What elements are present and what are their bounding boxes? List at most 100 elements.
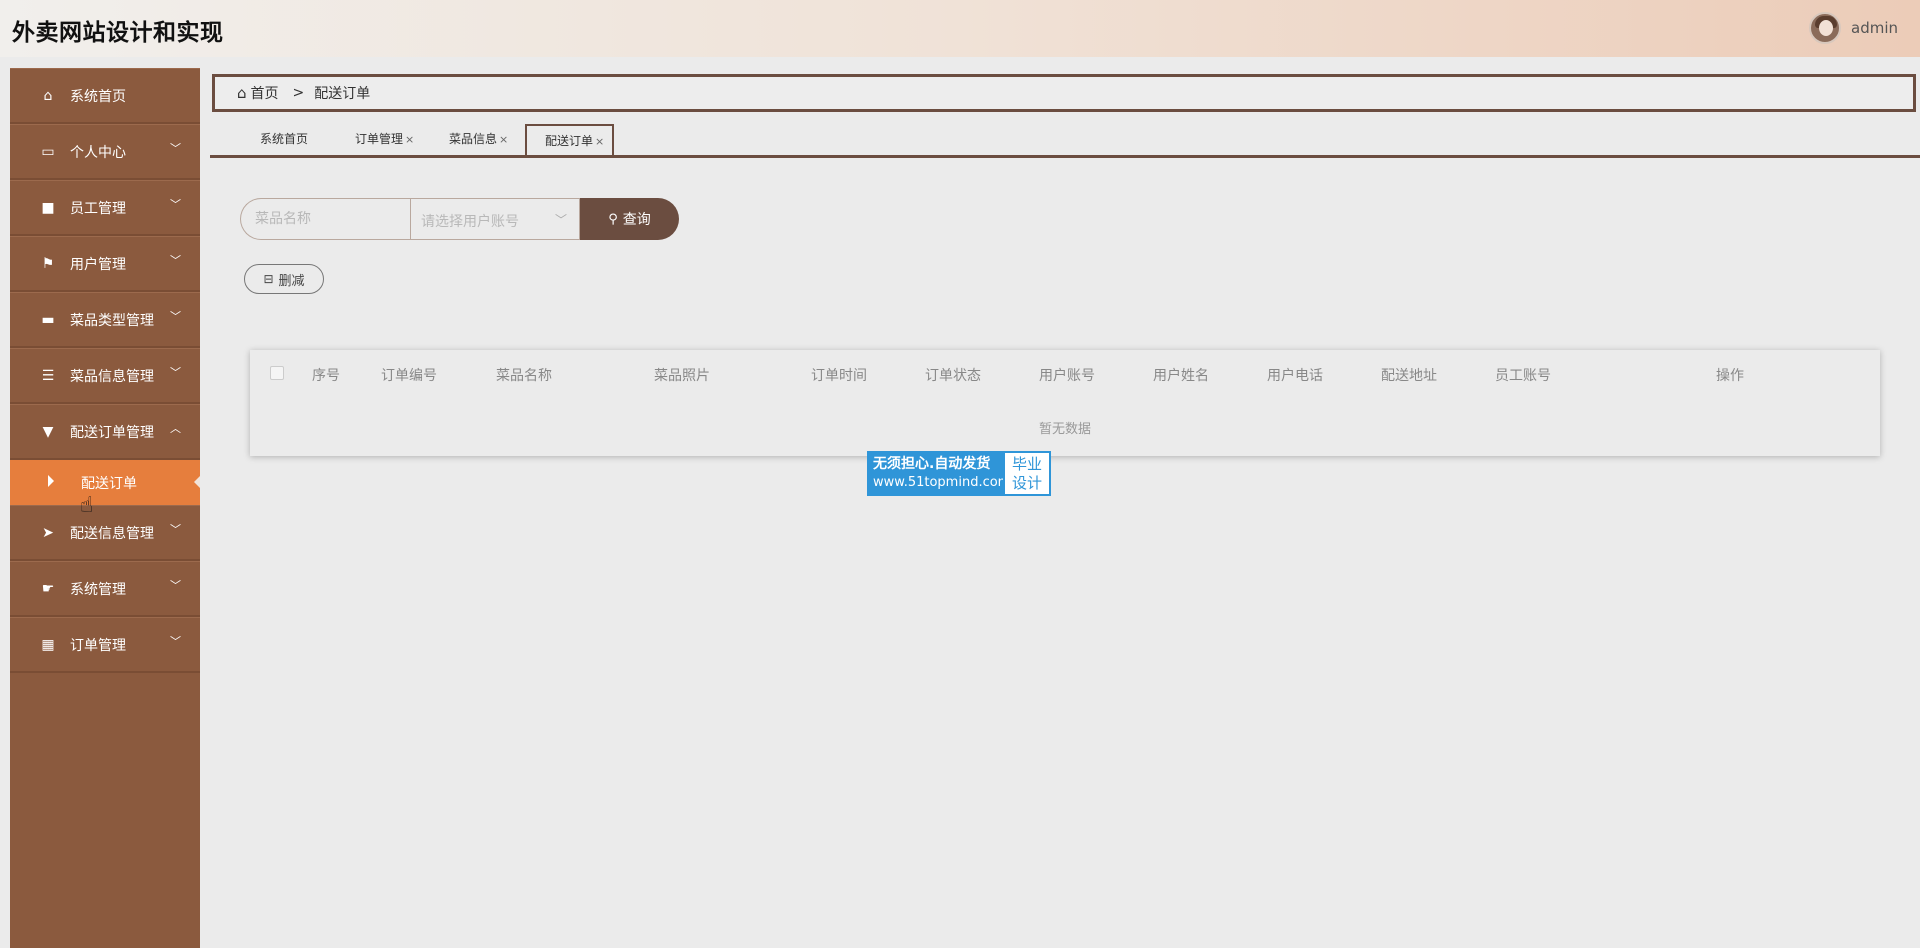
top-header: 外卖网站设计和实现 admin bbox=[0, 0, 1920, 57]
watermark-badge: 无须担心.自动发货 www.51topmind.com 毕业 设计 bbox=[867, 451, 1051, 496]
user-menu[interactable]: admin bbox=[1809, 12, 1898, 44]
column-header: 用户账号 bbox=[1039, 368, 1095, 384]
sidebar-item-label: 员工管理 bbox=[70, 201, 126, 217]
caret-right-icon bbox=[48, 475, 54, 487]
search-bar: 请选择用户账号 ﹀ ⚲ 查询 bbox=[240, 198, 679, 240]
sidebar-item-users[interactable]: ⚑ 用户管理 ﹀ bbox=[10, 236, 200, 292]
sidebar-item-label: 系统管理 bbox=[70, 582, 126, 598]
username: admin bbox=[1851, 19, 1898, 37]
chevron-down-icon: ﹀ bbox=[170, 579, 181, 592]
column-header: 订单状态 bbox=[925, 368, 981, 384]
stamp-icon: ▼ bbox=[42, 424, 54, 440]
sidebar-subitem-delivery-order[interactable]: 配送订单 bbox=[10, 460, 200, 505]
close-icon[interactable]: × bbox=[595, 135, 604, 148]
home-icon: ⌂ bbox=[43, 88, 53, 104]
tab-label: 菜品信息 bbox=[449, 132, 498, 146]
dish-name-input[interactable] bbox=[240, 198, 410, 240]
tab-home[interactable]: 系统首页 bbox=[260, 124, 308, 155]
column-header: 订单编号 bbox=[381, 368, 437, 384]
column-header: 序号 bbox=[312, 368, 340, 384]
select-placeholder: 请选择用户账号 bbox=[421, 214, 519, 230]
chevron-down-icon: ﹀ bbox=[170, 198, 181, 211]
tab-label: 系统首页 bbox=[260, 132, 309, 146]
watermark-url: www.51topmind.com bbox=[873, 475, 1011, 490]
delete-button-label: 删减 bbox=[278, 273, 305, 289]
table-header: 序号 订单编号 菜品名称 菜品照片 订单时间 订单状态 用户账号 用户姓名 用户… bbox=[250, 350, 1880, 398]
breadcrumb: ⌂ 首页 > 配送订单 bbox=[212, 74, 1916, 112]
empty-state: 暂无数据 bbox=[1038, 422, 1091, 437]
column-header: 配送地址 bbox=[1381, 368, 1437, 384]
column-header: 操作 bbox=[1716, 368, 1744, 384]
chevron-down-icon: ﹀ bbox=[170, 635, 181, 648]
chevron-down-icon: ﹀ bbox=[170, 254, 181, 267]
breadcrumb-home[interactable]: 首页 bbox=[251, 83, 279, 103]
sidebar-item-profile[interactable]: ▭ 个人中心 ﹀ bbox=[10, 124, 200, 180]
app-title: 外卖网站设计和实现 bbox=[12, 20, 224, 46]
sidebar-item-delivery-orders[interactable]: ▼ 配送订单管理 ︿ bbox=[10, 404, 200, 460]
sidebar-subitem-label: 配送订单 bbox=[81, 476, 137, 492]
watermark-right: 毕业 设计 bbox=[1003, 451, 1051, 496]
chevron-down-icon: ﹀ bbox=[170, 366, 181, 379]
search-icon: ⚲ bbox=[608, 211, 618, 227]
tray-icon: ▬ bbox=[41, 312, 55, 328]
sidebar-item-label: 用户管理 bbox=[70, 257, 126, 273]
avatar[interactable] bbox=[1809, 12, 1841, 44]
watermark-left: 无须担心.自动发货 www.51topmind.com bbox=[867, 451, 1011, 496]
column-header: 用户电话 bbox=[1267, 368, 1323, 384]
tab-orders[interactable]: 订单管理 × bbox=[355, 124, 414, 155]
data-table: 序号 订单编号 菜品名称 菜品照片 订单时间 订单状态 用户账号 用户姓名 用户… bbox=[250, 350, 1880, 456]
grid-icon: ▦ bbox=[41, 637, 55, 653]
sidebar-item-dish-info[interactable]: ☰ 菜品信息管理 ﹀ bbox=[10, 348, 200, 404]
minus-square-icon: ⊟ bbox=[263, 272, 274, 286]
watermark-right-line1: 毕业 bbox=[1011, 455, 1042, 473]
sidebar-item-label: 配送信息管理 bbox=[70, 526, 154, 542]
tab-delivery-order[interactable]: 配送订单 × bbox=[525, 124, 615, 155]
select-all-checkbox[interactable] bbox=[270, 366, 284, 380]
sidebar-item-system[interactable]: ☛ 系统管理 ﹀ bbox=[10, 561, 200, 617]
watermark-line1: 无须担心.自动发货 bbox=[873, 456, 991, 472]
column-header: 订单时间 bbox=[811, 368, 867, 384]
breadcrumb-separator: > bbox=[292, 85, 305, 101]
home-icon: ⌂ bbox=[237, 84, 247, 102]
tab-label: 订单管理 bbox=[355, 132, 404, 146]
hand-cursor-icon: ☝ bbox=[80, 493, 94, 518]
sidebar-item-dish-types[interactable]: ▬ 菜品类型管理 ﹀ bbox=[10, 292, 200, 348]
column-header: 用户姓名 bbox=[1153, 368, 1209, 384]
chevron-down-icon: ﹀ bbox=[170, 310, 181, 323]
thumb-icon: ☛ bbox=[41, 581, 55, 597]
sidebar-item-label: 个人中心 bbox=[70, 145, 126, 161]
user-account-select[interactable]: 请选择用户账号 ﹀ bbox=[410, 198, 580, 240]
sidebar: ⌂ 系统首页 ▭ 个人中心 ﹀ ■ 员工管理 ﹀ ⚑ 用户管理 ﹀ ▬ 菜品类型… bbox=[10, 68, 200, 948]
sidebar-item-label: 订单管理 bbox=[70, 638, 126, 654]
chevron-up-icon: ︿ bbox=[170, 422, 181, 435]
watermark-right-line2: 设计 bbox=[1011, 474, 1042, 492]
chevron-down-icon: ﹀ bbox=[170, 523, 181, 536]
breadcrumb-current: 配送订单 bbox=[314, 86, 371, 102]
sidebar-item-orders[interactable]: ▦ 订单管理 ﹀ bbox=[10, 617, 200, 673]
flag-icon: ⚑ bbox=[41, 256, 55, 272]
sidebar-item-label: 系统首页 bbox=[70, 89, 126, 105]
column-header: 菜品名称 bbox=[496, 368, 552, 384]
sidebar-item-label: 菜品信息管理 bbox=[70, 369, 154, 385]
column-header: 菜品照片 bbox=[654, 368, 710, 384]
tab-bar: 系统首页 订单管理 × 菜品信息 × 配送订单 × bbox=[210, 124, 1920, 158]
column-header: 员工账号 bbox=[1495, 368, 1551, 384]
sidebar-item-home[interactable]: ⌂ 系统首页 bbox=[10, 68, 200, 124]
list-icon: ☰ bbox=[41, 368, 55, 384]
sidebar-item-delivery-info[interactable]: ➤ 配送信息管理 ﹀ bbox=[10, 505, 200, 561]
sidebar-item-label: 配送订单管理 bbox=[70, 425, 154, 441]
chevron-down-icon: ﹀ bbox=[170, 142, 181, 155]
chevron-down-icon: ﹀ bbox=[554, 213, 567, 227]
close-icon[interactable]: × bbox=[405, 133, 414, 146]
search-button[interactable]: ⚲ 查询 bbox=[580, 198, 679, 240]
tab-dish-info[interactable]: 菜品信息 × bbox=[449, 124, 508, 155]
search-button-label: 查询 bbox=[622, 212, 651, 228]
sidebar-item-staff[interactable]: ■ 员工管理 ﹀ bbox=[10, 180, 200, 236]
active-marker-icon bbox=[194, 476, 200, 488]
sidebar-item-label: 菜品类型管理 bbox=[70, 313, 154, 329]
delete-button[interactable]: ⊟ 删减 bbox=[244, 264, 324, 294]
close-icon[interactable]: × bbox=[499, 133, 508, 146]
briefcase-icon: ■ bbox=[41, 200, 55, 216]
tab-label: 配送订单 bbox=[545, 134, 594, 148]
send-icon: ➤ bbox=[42, 525, 54, 541]
